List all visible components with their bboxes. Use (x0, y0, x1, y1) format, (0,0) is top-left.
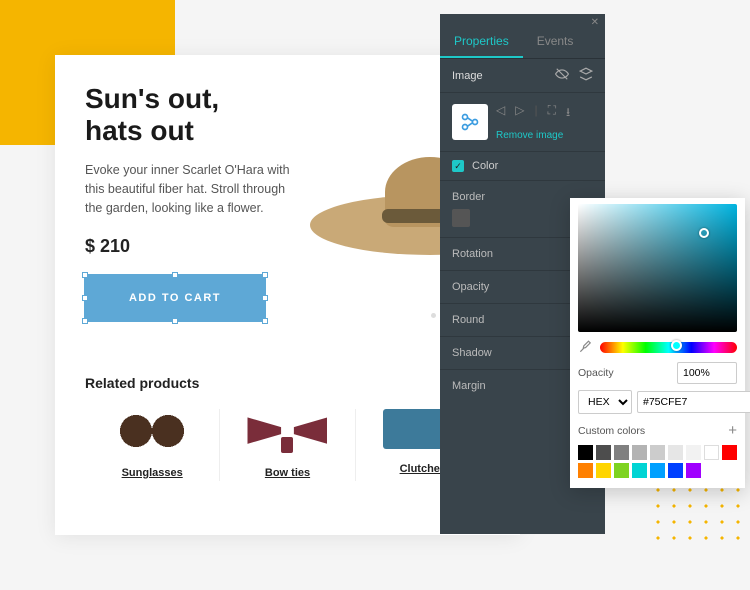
resize-handle[interactable] (82, 272, 88, 278)
image-preview[interactable] (452, 104, 488, 140)
color-swatch[interactable] (614, 463, 629, 478)
border-swatch[interactable] (452, 209, 470, 227)
add-to-cart-button[interactable]: ADD TO CART (85, 275, 265, 321)
color-swatch[interactable] (686, 445, 701, 460)
resize-handle[interactable] (262, 318, 268, 324)
color-swatch[interactable] (578, 445, 593, 460)
related-item[interactable]: Bow ties (220, 409, 355, 481)
color-checkbox[interactable]: ✓ (452, 160, 464, 172)
expand-icon[interactable]: ⛶ (548, 103, 556, 124)
color-swatch[interactable] (650, 463, 665, 478)
resize-handle[interactable] (172, 272, 178, 278)
add-custom-color-icon[interactable]: + (728, 422, 737, 439)
related-item[interactable]: Sunglasses (85, 409, 220, 481)
sunglasses-thumb (112, 409, 192, 453)
color-swatch[interactable] (650, 445, 665, 460)
related-label: Sunglasses (122, 467, 183, 479)
eyedropper-icon[interactable] (578, 340, 592, 354)
close-icon[interactable]: ✕ (591, 17, 599, 28)
opacity-input-label: Opacity (578, 367, 614, 379)
layers-icon[interactable] (579, 67, 593, 84)
visibility-off-icon[interactable] (555, 67, 569, 84)
download-icon[interactable]: ⭳ (566, 103, 570, 124)
color-swatch[interactable] (578, 463, 593, 478)
color-swatch[interactable] (704, 445, 719, 460)
resize-handle[interactable] (172, 318, 178, 324)
related-products-title: Related products (85, 375, 490, 391)
opacity-input[interactable] (677, 362, 737, 384)
product-description: Evoke your inner Scarlet O'Hara with thi… (85, 161, 305, 217)
selected-element[interactable]: ADD TO CART (85, 275, 265, 321)
color-swatches (578, 445, 737, 478)
hue-slider[interactable] (600, 342, 737, 353)
color-swatch[interactable] (686, 463, 701, 478)
remove-image-link[interactable]: Remove image (496, 130, 570, 141)
color-swatch[interactable] (596, 445, 611, 460)
custom-colors-label: Custom colors (578, 425, 645, 437)
resize-handle[interactable] (82, 295, 88, 301)
color-picker: Opacity HEX Custom colors + (570, 198, 745, 488)
color-gradient[interactable] (578, 204, 737, 332)
hue-cursor[interactable] (671, 340, 682, 351)
color-swatch[interactable] (668, 463, 683, 478)
color-swatch[interactable] (596, 463, 611, 478)
resize-handle[interactable] (262, 272, 268, 278)
resize-handle[interactable] (262, 295, 268, 301)
flip-horizontal-icon[interactable]: ▷ (515, 103, 524, 124)
color-swatch[interactable] (614, 445, 629, 460)
color-label: Color (472, 160, 498, 172)
related-products-grid: Sunglasses Bow ties Clutches (85, 409, 490, 481)
image-section-label: Image (452, 70, 483, 82)
flip-vertical-icon[interactable]: ◁ (496, 103, 505, 124)
gradient-cursor[interactable] (699, 228, 709, 238)
resize-handle[interactable] (82, 318, 88, 324)
color-swatch[interactable] (632, 445, 647, 460)
color-swatch[interactable] (668, 445, 683, 460)
related-label: Bow ties (265, 467, 310, 479)
color-swatch[interactable] (632, 463, 647, 478)
hex-input[interactable] (637, 391, 750, 413)
color-format-select[interactable]: HEX (578, 390, 632, 414)
tab-events[interactable]: Events (523, 26, 588, 58)
color-swatch[interactable] (722, 445, 737, 460)
tab-properties[interactable]: Properties (440, 26, 523, 58)
